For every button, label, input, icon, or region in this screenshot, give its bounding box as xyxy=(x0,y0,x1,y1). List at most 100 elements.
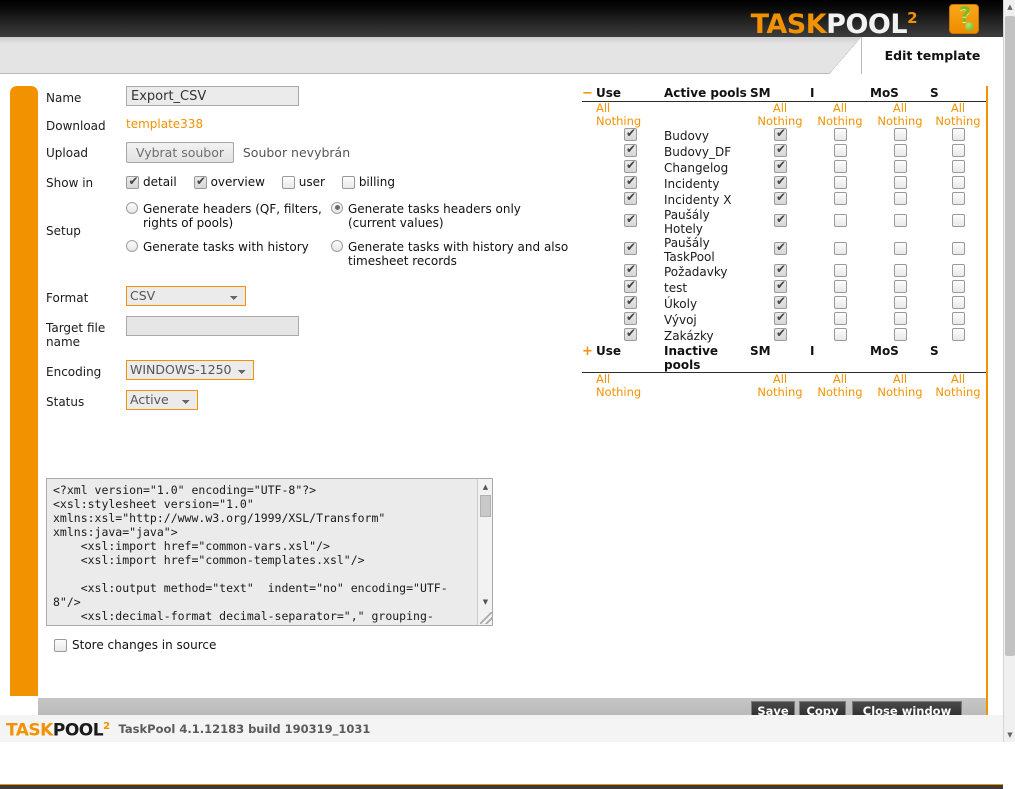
s-checkbox[interactable] xyxy=(951,296,965,309)
setup-tasks-headers-only-radio[interactable] xyxy=(331,201,343,214)
showin-detail-item[interactable]: detail xyxy=(126,174,177,189)
use-checkbox[interactable] xyxy=(623,126,638,141)
sm-checkbox[interactable] xyxy=(773,240,788,255)
inactive-use-nothing-link[interactable]: Nothing xyxy=(596,386,664,399)
s-checkbox[interactable] xyxy=(951,312,965,325)
sm-checkbox[interactable] xyxy=(773,158,788,173)
setup-timesheet-radio[interactable] xyxy=(331,239,343,252)
resize-grip-icon[interactable] xyxy=(480,612,492,624)
mos-checkbox[interactable] xyxy=(893,214,907,227)
mos-checkbox[interactable] xyxy=(893,296,907,309)
scroll-up-arrow-icon[interactable]: ▲ xyxy=(478,479,493,494)
browser-scrollbar[interactable]: ▲ ▼ xyxy=(1003,0,1015,742)
sm-checkbox[interactable] xyxy=(773,126,788,141)
status-select[interactable]: Active xyxy=(126,389,198,410)
use-checkbox[interactable] xyxy=(623,310,638,325)
use-checkbox[interactable] xyxy=(623,212,638,227)
mos-checkbox[interactable] xyxy=(893,128,907,141)
s-checkbox[interactable] xyxy=(951,128,965,141)
scrollbar-thumb[interactable] xyxy=(1005,16,1015,656)
mos-checkbox[interactable] xyxy=(893,328,907,341)
showin-billing-item[interactable]: billing xyxy=(341,175,395,189)
target-file-name-input[interactable] xyxy=(126,315,299,336)
sm-checkbox[interactable] xyxy=(773,142,788,157)
s-checkbox[interactable] xyxy=(951,280,965,293)
inactive-sm-nothing-link[interactable]: Nothing xyxy=(750,386,810,399)
help-icon[interactable]: ? xyxy=(949,3,979,34)
mos-checkbox[interactable] xyxy=(893,264,907,277)
inactive-pools-expand-toggle[interactable]: + xyxy=(582,344,596,373)
s-checkbox[interactable] xyxy=(951,160,965,173)
use-checkbox[interactable] xyxy=(623,326,638,341)
setup-option-tasks-history[interactable]: Generate tasks with history xyxy=(126,239,331,254)
sm-checkbox[interactable] xyxy=(773,310,788,325)
mos-nothing-link[interactable]: Nothing xyxy=(870,115,930,128)
store-changes-item[interactable]: Store changes in source xyxy=(54,638,216,652)
mos-checkbox[interactable] xyxy=(893,144,907,157)
use-checkbox[interactable] xyxy=(623,240,638,255)
active-pools-collapse-toggle[interactable]: − xyxy=(582,86,596,102)
scrollbar-up-arrow-icon[interactable]: ▲ xyxy=(1004,0,1015,14)
store-changes-checkbox[interactable] xyxy=(54,638,67,652)
inactive-i-nothing-link[interactable]: Nothing xyxy=(810,386,870,399)
use-checkbox[interactable] xyxy=(623,158,638,173)
choose-file-button[interactable]: Vybrat soubor xyxy=(126,142,235,163)
sm-checkbox[interactable] xyxy=(773,278,788,293)
i-checkbox[interactable] xyxy=(833,264,847,277)
i-checkbox[interactable] xyxy=(833,176,847,189)
s-checkbox[interactable] xyxy=(951,192,965,205)
s-checkbox[interactable] xyxy=(951,264,965,277)
sm-checkbox[interactable] xyxy=(773,326,788,341)
sm-checkbox[interactable] xyxy=(773,294,788,309)
showin-overview-item[interactable]: overview xyxy=(193,174,265,189)
setup-option-headers[interactable]: Generate headers (QF, filters, rights of… xyxy=(126,201,331,230)
s-checkbox[interactable] xyxy=(951,214,965,227)
encoding-select[interactable]: WINDOWS-1250 xyxy=(126,359,254,380)
mos-checkbox[interactable] xyxy=(893,176,907,189)
i-checkbox[interactable] xyxy=(833,280,847,293)
tab-edit-template[interactable]: Edit template xyxy=(861,37,1003,74)
showin-billing-checkbox[interactable] xyxy=(341,175,355,189)
name-input[interactable] xyxy=(126,86,299,106)
showin-overview-checkbox[interactable] xyxy=(193,174,208,189)
use-checkbox[interactable] xyxy=(623,190,638,205)
s-checkbox[interactable] xyxy=(951,328,965,341)
i-checkbox[interactable] xyxy=(833,160,847,173)
setup-headers-radio[interactable] xyxy=(126,201,138,214)
showin-user-checkbox[interactable] xyxy=(281,175,295,189)
use-checkbox[interactable] xyxy=(623,174,638,189)
i-checkbox[interactable] xyxy=(833,296,847,309)
i-checkbox[interactable] xyxy=(833,128,847,141)
xsl-source-textarea[interactable]: <?xml version="1.0" encoding="UTF-8"?> <… xyxy=(46,478,493,626)
i-checkbox[interactable] xyxy=(833,328,847,341)
mos-checkbox[interactable] xyxy=(893,280,907,293)
inactive-s-nothing-link[interactable]: Nothing xyxy=(930,386,986,399)
i-nothing-link[interactable]: Nothing xyxy=(810,115,870,128)
sm-checkbox[interactable] xyxy=(773,212,788,227)
use-checkbox[interactable] xyxy=(623,142,638,157)
i-checkbox[interactable] xyxy=(833,192,847,205)
sm-checkbox[interactable] xyxy=(773,190,788,205)
mos-checkbox[interactable] xyxy=(893,312,907,325)
showin-detail-checkbox[interactable] xyxy=(126,174,140,189)
setup-tasks-history-radio[interactable] xyxy=(126,239,138,252)
scroll-down-arrow-icon[interactable]: ▼ xyxy=(478,594,493,609)
sm-checkbox[interactable] xyxy=(773,262,788,277)
inactive-mos-nothing-link[interactable]: Nothing xyxy=(870,386,930,399)
i-checkbox[interactable] xyxy=(833,242,847,255)
scroll-thumb[interactable] xyxy=(480,495,491,517)
scrollbar-down-arrow-icon[interactable]: ▼ xyxy=(1004,728,1015,742)
format-select[interactable]: CSV xyxy=(126,285,246,306)
showin-user-item[interactable]: user xyxy=(281,175,325,189)
i-checkbox[interactable] xyxy=(833,312,847,325)
use-checkbox[interactable] xyxy=(623,294,638,309)
s-checkbox[interactable] xyxy=(951,144,965,157)
s-checkbox[interactable] xyxy=(951,242,965,255)
s-checkbox[interactable] xyxy=(951,176,965,189)
mos-checkbox[interactable] xyxy=(893,242,907,255)
sm-checkbox[interactable] xyxy=(773,174,788,189)
xsl-textarea-scrollbar[interactable]: ▲ ▼ xyxy=(477,478,493,626)
i-checkbox[interactable] xyxy=(833,214,847,227)
mos-checkbox[interactable] xyxy=(893,192,907,205)
i-checkbox[interactable] xyxy=(833,144,847,157)
